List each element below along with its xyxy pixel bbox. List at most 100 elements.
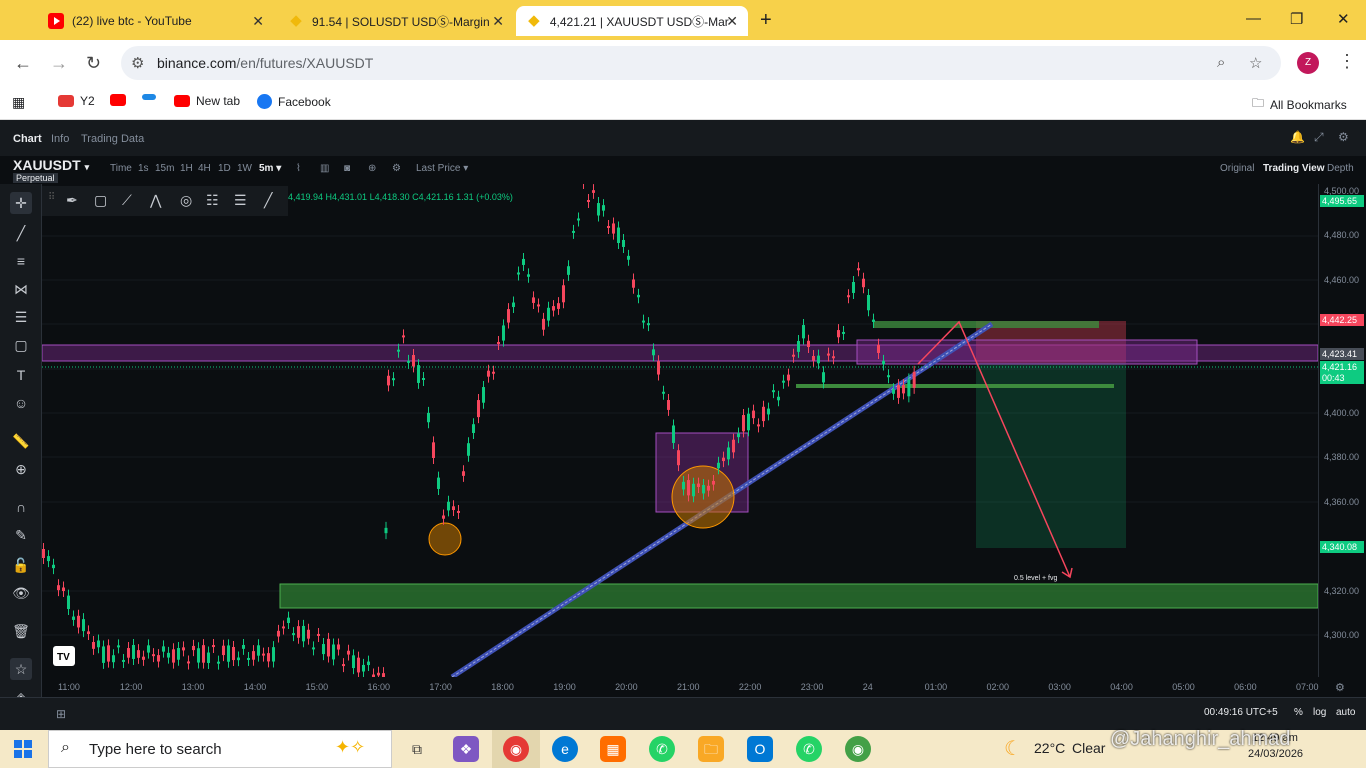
profile-avatar[interactable]: Z (1297, 52, 1319, 74)
add-icon[interactable]: ⊕ (368, 163, 376, 174)
tab-chart[interactable]: Chart (13, 133, 42, 145)
favorite-star-icon[interactable]: ☆ (10, 658, 32, 680)
windows-start-icon[interactable] (14, 740, 32, 758)
back-button[interactable]: ← (14, 53, 32, 74)
store-icon[interactable]: ▦ (600, 736, 626, 762)
timeframe-1w[interactable]: 1W (237, 163, 252, 174)
tab-trading-data[interactable]: Trading Data (81, 133, 144, 145)
tab-xauusdt[interactable]: ◆ 4,421.21 | XAUUSDT USDⓈ-Mar ✕ (516, 6, 748, 36)
percent-toggle[interactable]: % (1294, 707, 1303, 718)
close-tab-icon[interactable]: ✕ (726, 13, 738, 30)
pen-icon[interactable]: ✒ (66, 192, 78, 209)
browser-menu-icon[interactable]: ⋮ (1338, 51, 1356, 72)
rectangle-tool-icon[interactable]: ▢ (10, 334, 32, 356)
magnet-icon[interactable]: ∩ (10, 496, 32, 518)
indicators-icon[interactable]: ▥ (320, 163, 329, 174)
all-bookmarks[interactable]: 🗀 All Bookmarks (1252, 94, 1347, 115)
minimize-button[interactable]: — (1246, 10, 1261, 27)
lock-icon[interactable]: 🔓 (10, 554, 32, 576)
line-icon[interactable]: ╱ (264, 192, 272, 209)
auto-toggle[interactable]: auto (1336, 707, 1355, 718)
drag-handle-icon[interactable]: ⠿ (48, 192, 55, 203)
url-omnibox[interactable]: ⚙ binance.com/en/futures/XAUUSDT ⌕ ☆ (121, 46, 1281, 80)
chart-settings-icon[interactable]: ⚙ (392, 163, 401, 174)
tab-youtube[interactable]: (22) live btc - YouTube ✕ (38, 6, 274, 36)
pattern-tool-icon[interactable]: ⋈ (10, 278, 32, 300)
price-chart[interactable]: 0.5 level + fvg TV (42, 184, 1318, 677)
chart-type-icon[interactable]: ⌇ (296, 163, 301, 174)
site-info-icon[interactable]: ⚙ (131, 54, 144, 72)
zoom-in-icon[interactable]: ⊕ (10, 458, 32, 480)
chrome-profile-icon[interactable]: ◉ (845, 736, 871, 762)
weather-desc[interactable]: Clear (1072, 740, 1105, 756)
bookmark-dots[interactable] (142, 94, 156, 100)
forward-button[interactable]: → (50, 53, 68, 74)
timeframe-15m[interactable]: 15m (155, 163, 174, 174)
axis-settings-icon[interactable]: ⚙ (1335, 681, 1345, 694)
whatsapp-icon[interactable]: ✆ (796, 736, 822, 762)
price-axis[interactable]: 4,500.00 4,480.00 4,460.00 4,400.00 4,38… (1318, 184, 1366, 677)
restore-button[interactable]: ❐ (1290, 10, 1303, 28)
zoom-icon[interactable]: ⌕ (1217, 54, 1225, 71)
bookmark-youtube[interactable] (110, 94, 126, 106)
symbol-selector[interactable]: XAUUSDT ▾ (13, 157, 89, 173)
task-view-icon[interactable]: ⧉ (404, 736, 430, 762)
file-explorer-icon[interactable]: 🗀 (698, 736, 724, 762)
date-range-icon[interactable]: ⊞ (56, 707, 66, 721)
outlook-icon[interactable]: O (747, 736, 773, 762)
crosshair-icon[interactable]: ✛ (10, 192, 32, 214)
chrome-icon[interactable]: ◉ (503, 736, 529, 762)
alert-bell-icon[interactable]: 🔔 (1290, 130, 1305, 144)
text-tool-icon[interactable]: T (10, 364, 32, 386)
timeframe-1d[interactable]: 1D (218, 163, 231, 174)
marked-low-circle[interactable] (428, 522, 462, 556)
tab-info[interactable]: Info (51, 133, 69, 145)
bookmark-y2[interactable]: Y2 (58, 94, 95, 108)
eye-icon[interactable]: 👁 (10, 582, 32, 604)
time-axis[interactable]: 11:00 12:00 13:00 14:00 15:00 16:00 17:00 18:00… (42, 677, 1319, 697)
apps-grid-icon[interactable]: ▦ (12, 94, 25, 111)
bookmark-star-icon[interactable]: ☆ (1249, 54, 1262, 72)
close-window-button[interactable]: ✕ (1337, 10, 1350, 28)
channels-icon[interactable]: ☰ (234, 192, 247, 209)
view-trading-view[interactable]: Trading View (1263, 163, 1325, 174)
expand-icon[interactable]: ⤢ (1314, 130, 1324, 145)
bookmark-facebook[interactable]: Facebook (257, 94, 331, 109)
reload-button[interactable]: ↻ (86, 53, 101, 74)
zigzag-icon[interactable]: ⋀ (150, 192, 161, 209)
take-profit-area[interactable] (976, 363, 1126, 548)
timeframe-5m[interactable]: 5m ▾ (259, 163, 281, 174)
log-toggle[interactable]: log (1313, 707, 1326, 718)
lock-drawing-icon[interactable]: ✎ (10, 524, 32, 546)
weather-temp[interactable]: 22°C (1034, 740, 1065, 756)
trash-icon[interactable]: 🗑 (10, 620, 32, 642)
close-tab-icon[interactable]: ✕ (252, 13, 264, 30)
timeframe-1h[interactable]: 1H (180, 163, 193, 174)
path-icon[interactable]: ⟋ (122, 192, 132, 209)
horizontal-lines-icon[interactable]: ≡ (10, 250, 32, 272)
target-icon[interactable]: ◎ (180, 192, 192, 209)
view-original[interactable]: Original (1220, 163, 1254, 174)
edge-icon[interactable]: e (552, 736, 578, 762)
view-depth[interactable]: Depth (1327, 163, 1354, 174)
support-line[interactable] (796, 384, 1114, 388)
settings-gear-icon[interactable]: ⚙ (1338, 130, 1349, 144)
trend-line-tool-icon[interactable]: ╱ (10, 222, 32, 244)
demand-zone[interactable] (279, 583, 1318, 609)
timeframe-4h[interactable]: 4H (198, 163, 211, 174)
price-type-selector[interactable]: Last Price ▾ (416, 163, 468, 174)
tab-solusdt[interactable]: ◆ 91.54 | SOLUSDT USDⓈ-Margin ✕ (278, 6, 514, 36)
whatsapp-icon[interactable]: ✆ (649, 736, 675, 762)
timeframe-1s[interactable]: 1s (138, 163, 149, 174)
new-tab-button[interactable]: + (760, 9, 772, 32)
bookmark-new-tab[interactable]: New tab (174, 94, 240, 108)
screenshot-icon[interactable]: ◙ (344, 163, 350, 174)
taskbar-search[interactable]: ⌕ Type here to search ✦✧ (48, 730, 392, 768)
fib-icon[interactable]: ☷ (206, 192, 219, 209)
copilot-icon[interactable]: ❖ (453, 736, 479, 762)
close-tab-icon[interactable]: ✕ (492, 13, 504, 30)
timeframe-time[interactable]: Time (110, 163, 132, 174)
fib-tool-icon[interactable]: ☰ (10, 306, 32, 328)
emoji-tool-icon[interactable]: ☺ (10, 392, 32, 414)
rectangle-icon[interactable]: ▢ (94, 192, 107, 209)
